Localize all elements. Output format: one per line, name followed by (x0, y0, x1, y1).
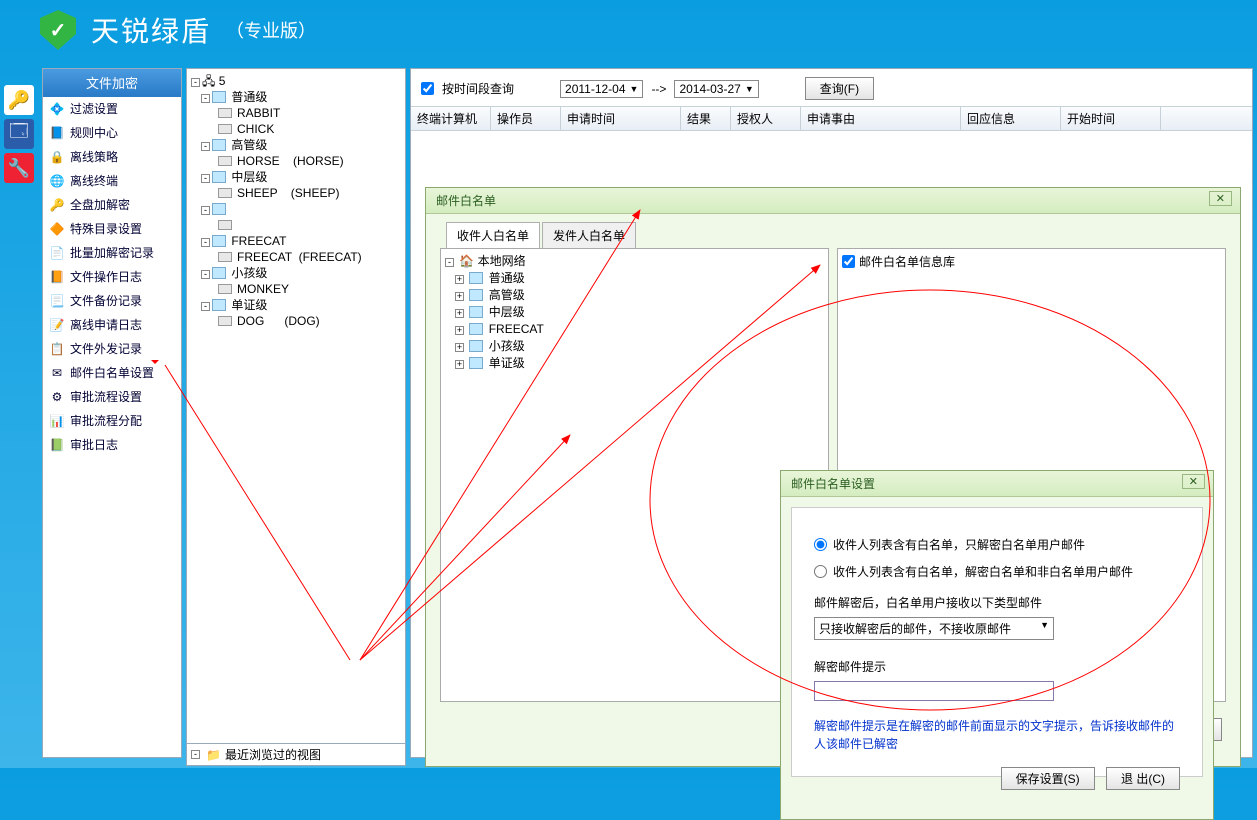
nav-item-11[interactable]: ✉ 邮件白名单设置 (43, 361, 181, 385)
nav-label: 特殊目录设置 (70, 220, 142, 238)
nav-item-12[interactable]: ⚙ 审批流程设置 (43, 385, 181, 409)
time-range-label: 按时间段查询 (442, 80, 514, 97)
query-bar: 按时间段查询 2011-12-04 --> 2014-03-27 查询(F) (411, 69, 1252, 106)
nav-icon: 📗 (49, 437, 65, 453)
receive-type-select[interactable]: 只接收解密后的邮件，不接收原邮件 (814, 617, 1054, 640)
app-subtitle: （专业版） (226, 17, 316, 43)
nav-item-2[interactable]: 🔒 离线策略 (43, 145, 181, 169)
radio-decrypt-all[interactable] (814, 565, 827, 578)
grid-col[interactable]: 申请时间 (561, 107, 681, 130)
nav-label: 规则中心 (70, 124, 118, 142)
recent-view-bar[interactable]: - 📁 最近浏览过的视图 (186, 743, 406, 766)
side-toolbar: 🔑 🗔 🔧 (4, 85, 38, 187)
nav-icon: 📄 (49, 245, 65, 261)
nav-item-14[interactable]: 📗 审批日志 (43, 433, 181, 457)
radio-decrypt-whitelist-only[interactable] (814, 538, 827, 551)
side-icon-2[interactable]: 🗔 (4, 119, 34, 149)
nav-icon: 📝 (49, 317, 65, 333)
tab-recipient-whitelist[interactable]: 收件人白名单 (446, 222, 540, 248)
close-icon[interactable]: ✕ (1182, 474, 1205, 489)
nav-item-13[interactable]: 📊 审批流程分配 (43, 409, 181, 433)
radio-label-2: 收件人列表含有白名单，解密白名单和非白名单用户邮件 (833, 563, 1133, 580)
whitelist-settings-title: 邮件白名单设置 ✕ (781, 471, 1213, 497)
whitelist-dialog-title: 邮件白名单 ✕ (426, 188, 1240, 214)
nav-item-8[interactable]: 📃 文件备份记录 (43, 289, 181, 313)
nav-label: 审批流程分配 (70, 412, 142, 430)
infolib-checkbox[interactable] (842, 255, 855, 268)
nav-item-5[interactable]: 🔶 特殊目录设置 (43, 217, 181, 241)
nav-item-10[interactable]: 📋 文件外发记录 (43, 337, 181, 361)
radio-label-1: 收件人列表含有白名单，只解密白名单用户邮件 (833, 536, 1085, 553)
query-button[interactable]: 查询(F) (805, 77, 874, 100)
date-to-select[interactable]: 2014-03-27 (674, 80, 758, 98)
nav-item-7[interactable]: 📙 文件操作日志 (43, 265, 181, 289)
nav-label: 离线策略 (70, 148, 118, 166)
nav-item-1[interactable]: 📘 规则中心 (43, 121, 181, 145)
grid-col[interactable]: 操作员 (491, 107, 561, 130)
nav-label: 邮件白名单设置 (70, 364, 154, 382)
hint-description: 解密邮件提示是在解密的邮件前面显示的文字提示，告诉接收邮件的人该邮件已解密 (814, 717, 1180, 753)
app-title: 天锐绿盾 (91, 10, 211, 50)
decrypt-hint-input[interactable] (814, 681, 1054, 701)
nav-label: 批量加解密记录 (70, 244, 154, 262)
grid-col[interactable]: 开始时间 (1061, 107, 1161, 130)
folder-icon: 📁 (206, 748, 221, 762)
nav-item-0[interactable]: 💠 过滤设置 (43, 97, 181, 121)
nav-label: 文件外发记录 (70, 340, 142, 358)
time-range-checkbox[interactable] (421, 82, 434, 95)
date-from-select[interactable]: 2011-12-04 (560, 80, 643, 98)
nav-item-4[interactable]: 🔑 全盘加解密 (43, 193, 181, 217)
nav-icon: ⚙ (49, 389, 65, 405)
nav-icon: 💠 (49, 101, 65, 117)
arrow-label: --> (651, 82, 666, 96)
nav-label: 全盘加解密 (70, 196, 130, 214)
exit-settings-button[interactable]: 退 出(C) (1106, 767, 1180, 790)
side-icon-3[interactable]: 🔧 (4, 153, 34, 183)
nav-label: 离线申请日志 (70, 316, 142, 334)
nav-label: 审批流程设置 (70, 388, 142, 406)
nav-icon: 🔒 (49, 149, 65, 165)
nav-icon: 🌐 (49, 173, 65, 189)
grid-col[interactable]: 终端计算机 (411, 107, 491, 130)
shield-icon (40, 10, 76, 50)
nav-label: 审批日志 (70, 436, 118, 454)
nav-item-6[interactable]: 📄 批量加解密记录 (43, 241, 181, 265)
nav-icon: 📋 (49, 341, 65, 357)
grid-col[interactable]: 授权人 (731, 107, 801, 130)
nav-item-3[interactable]: 🌐 离线终端 (43, 169, 181, 193)
nav-icon: 📙 (49, 269, 65, 285)
side-icon-1[interactable]: 🔑 (4, 85, 34, 115)
save-settings-button[interactable]: 保存设置(S) (1001, 767, 1095, 790)
close-icon[interactable]: ✕ (1209, 191, 1232, 206)
nav-label: 过滤设置 (70, 100, 118, 118)
infolib-label: 邮件白名单信息库 (859, 253, 955, 270)
nav-header: 文件加密 (43, 69, 181, 97)
result-grid-header: 终端计算机操作员申请时间结果授权人申请事由回应信息开始时间 (411, 106, 1252, 131)
grid-col[interactable]: 结果 (681, 107, 731, 130)
nav-icon: 📃 (49, 293, 65, 309)
nav-icon: 🔶 (49, 221, 65, 237)
nav-icon: ✉ (49, 365, 65, 381)
after-decrypt-label: 邮件解密后，白名单用户接收以下类型邮件 (814, 594, 1180, 611)
decrypt-hint-label: 解密邮件提示 (814, 658, 1180, 675)
whitelist-dialog: 邮件白名单 ✕ 收件人白名单 发件人白名单 - 🏠 本地网络 + 普通级 + 高… (425, 187, 1241, 767)
recent-label: 最近浏览过的视图 (225, 746, 321, 763)
nav-panel: 文件加密 💠 过滤设置 📘 规则中心 🔒 离线策略 🌐 离线终端 🔑 全盘加解密 🔶 特殊目录设置 📄 批… (42, 68, 182, 758)
nav-icon: 📘 (49, 125, 65, 141)
nav-icon: 📊 (49, 413, 65, 429)
tab-sender-whitelist[interactable]: 发件人白名单 (542, 222, 636, 248)
app-header: 天锐绿盾 （专业版） (0, 0, 1257, 60)
collapse-icon[interactable]: - (191, 750, 200, 759)
host-tree-panel: -🖧 5 - 普通级 RABBIT CHICK - 高管级 HORSE (HOR… (186, 68, 406, 758)
whitelist-tabs: 收件人白名单 发件人白名单 (426, 222, 1240, 248)
main-panel: 按时间段查询 2011-12-04 --> 2014-03-27 查询(F) 终… (410, 68, 1253, 758)
nav-item-9[interactable]: 📝 离线申请日志 (43, 313, 181, 337)
nav-label: 离线终端 (70, 172, 118, 190)
grid-col[interactable]: 回应信息 (961, 107, 1061, 130)
grid-col[interactable]: 申请事由 (801, 107, 961, 130)
nav-label: 文件操作日志 (70, 268, 142, 286)
nav-label: 文件备份记录 (70, 292, 142, 310)
nav-icon: 🔑 (49, 197, 65, 213)
network-tree[interactable]: - 🏠 本地网络 + 普通级 + 高管级 + 中层级 + FREECAT + 小… (440, 248, 829, 702)
